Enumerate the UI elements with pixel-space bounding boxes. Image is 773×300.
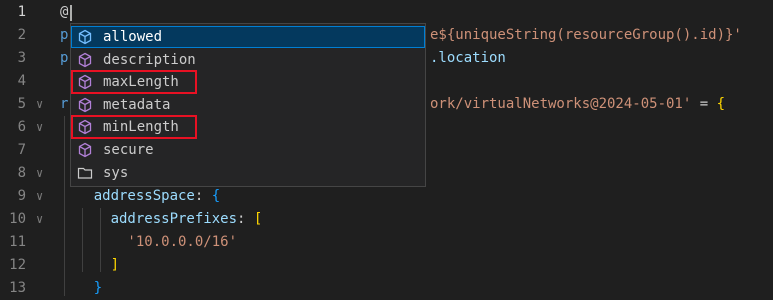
code-token: e${uniqueString(resourceGroup().id)}' (430, 27, 742, 43)
fold-chevron-icon[interactable]: ∨ (36, 93, 50, 116)
line-number: 8 (17, 165, 26, 181)
code-token: : (237, 211, 254, 227)
suggestion-widget: allowed description maxLength metadata minLe… (70, 23, 426, 187)
code-token: [ (253, 211, 263, 227)
code-line[interactable]: 11 '10.0.0.0/16' (0, 231, 773, 254)
code-token: .location (430, 50, 506, 66)
suggestion-label: metadata (103, 96, 171, 113)
code-text: @ (60, 1, 68, 24)
fold-chevron-icon[interactable]: ∨ (36, 208, 50, 231)
suggestion-item-secure[interactable]: secure (71, 139, 425, 161)
code-token: addressSpace (60, 188, 195, 204)
code-token: r (60, 96, 69, 112)
line-number: 11 (9, 234, 26, 250)
code-line[interactable]: 10 ∨ addressPrefixes: [ (0, 208, 773, 231)
code-token: '10.0.0.0/16' (60, 234, 238, 250)
property-icon (77, 142, 93, 158)
code-line[interactable]: 12 ] (0, 254, 773, 277)
code-line[interactable]: 13 } (0, 277, 773, 300)
highlight-box (71, 70, 197, 95)
indent-guide (64, 116, 65, 296)
line-number: 10 (9, 211, 26, 227)
suggestion-label: description (103, 51, 196, 68)
line-number: 7 (17, 142, 26, 158)
text-cursor (70, 5, 72, 21)
code-text: p (60, 47, 68, 70)
suggestion-label: secure (103, 142, 154, 158)
code-token: p (60, 50, 69, 66)
code-token: addressPrefixes (60, 211, 238, 227)
code-text: r (60, 93, 68, 116)
code-text: ] (60, 254, 119, 277)
code-token: { (211, 188, 221, 204)
line-number: 2 (17, 27, 26, 43)
code-token: } (60, 280, 103, 296)
folder-icon (77, 165, 93, 181)
fold-chevron-icon[interactable]: ∨ (36, 162, 50, 185)
code-token: p (60, 27, 69, 43)
code-text: '10.0.0.0/16' (60, 231, 237, 254)
fold-chevron-icon[interactable]: ∨ (36, 185, 50, 208)
code-text-tail: ork/virtualNetworks@2024-05-01' = { (430, 93, 725, 116)
suggestion-label: allowed (103, 29, 163, 45)
line-number: 1 (17, 4, 26, 20)
suggestion-item-sys[interactable]: sys (71, 162, 425, 184)
line-number: 3 (17, 50, 26, 66)
property-icon (77, 29, 93, 45)
suggestion-item-allowed[interactable]: allowed (71, 26, 425, 48)
suggestion-label: sys (103, 164, 129, 181)
code-token: ] (60, 257, 120, 273)
indent-guide (100, 208, 101, 272)
code-text: addressPrefixes: [ (60, 208, 263, 231)
code-text-tail: .location (430, 47, 506, 70)
code-token: ork/virtualNetworks@2024-05-01' (430, 96, 692, 112)
code-token: : (194, 188, 212, 204)
code-text-tail: e${uniqueString(resourceGroup().id)}' (430, 24, 742, 47)
line-number: 4 (17, 73, 26, 89)
code-text: addressSpace: { (60, 185, 220, 208)
code-line[interactable]: 1 @ (0, 1, 773, 24)
line-number: 12 (9, 257, 26, 273)
code-line[interactable]: 9 ∨ addressSpace: { (0, 185, 773, 208)
code-token: { (716, 96, 726, 112)
line-number: 6 (17, 119, 26, 135)
fold-chevron-icon[interactable]: ∨ (36, 116, 50, 139)
code-text: p (60, 24, 68, 47)
indent-guide (82, 208, 83, 272)
property-icon (77, 52, 93, 68)
highlight-box (71, 115, 197, 140)
line-number: 9 (17, 188, 26, 204)
line-number: 13 (9, 280, 26, 296)
property-icon (77, 97, 93, 113)
code-token: @ (60, 4, 69, 20)
code-token: = (691, 96, 717, 112)
code-text: } (60, 277, 102, 300)
suggestion-item-description[interactable]: description (71, 49, 425, 71)
suggestion-item-metadata[interactable]: metadata (71, 94, 425, 116)
line-number: 5 (17, 96, 26, 112)
